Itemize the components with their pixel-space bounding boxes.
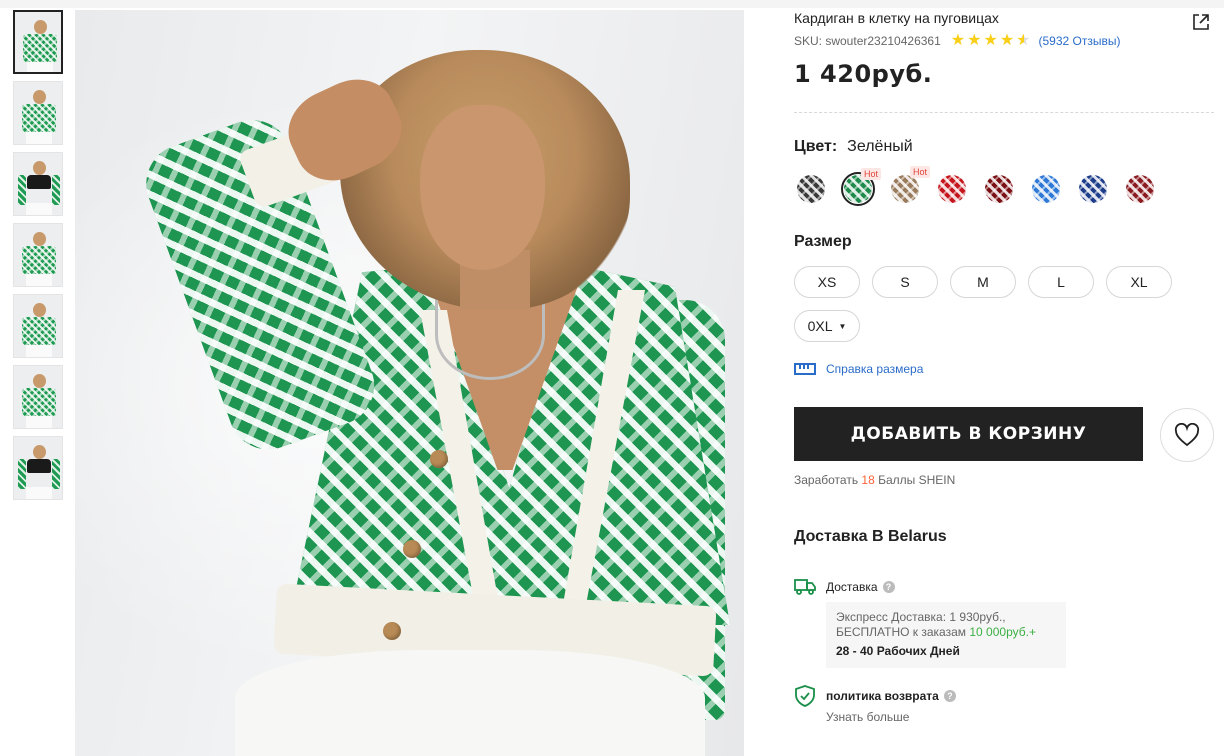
heart-icon: [1174, 423, 1200, 447]
color-swatch-1[interactable]: [794, 172, 828, 206]
shield-icon: [795, 685, 815, 707]
swatch-pattern: [891, 175, 919, 203]
color-value: Зелёный: [847, 138, 913, 155]
learn-more-link[interactable]: Узнать больше: [826, 710, 909, 724]
product-title: Кардиган в клетку на пуговицах: [794, 10, 999, 26]
ruler-icon: [794, 363, 816, 375]
size-option-l[interactable]: L: [1028, 266, 1094, 298]
shipping-label: Доставка: [826, 580, 878, 594]
size-guide-link[interactable]: Справка размера: [794, 362, 923, 376]
color-swatches: Hot Hot: [794, 166, 1157, 206]
shipping-line-1: Экспресс Доставка: 1 930руб.,: [836, 610, 1006, 624]
size-dropdown-value: 0XL: [807, 318, 833, 334]
color-swatch-5[interactable]: [982, 172, 1016, 206]
sku-text: SKU: swouter23210426361: [794, 34, 941, 48]
color-swatch-6[interactable]: [1029, 172, 1063, 206]
free-shipping-threshold: 10 000руб.+: [969, 625, 1036, 639]
color-swatch-7[interactable]: [1076, 172, 1110, 206]
question-icon[interactable]: ?: [882, 581, 895, 593]
points-prefix: Заработать: [794, 473, 859, 487]
reviews-link[interactable]: (5932 Отзывы): [1039, 34, 1121, 48]
points-suffix: Баллы SHEIN: [878, 473, 956, 487]
truck-icon: [794, 579, 816, 595]
product-main-image[interactable]: [75, 10, 744, 756]
half-star-icon: ★: [1016, 32, 1031, 49]
thumbnail-7[interactable]: [13, 436, 63, 500]
size-options: XS S M L XL 0XL ▼: [794, 266, 1194, 342]
star-icon: ★: [999, 32, 1015, 49]
color-swatch-8[interactable]: [1123, 172, 1157, 206]
star-icon: ★: [983, 32, 998, 49]
swatch-pattern: [985, 175, 1013, 203]
return-policy-label: политика возврата: [826, 689, 939, 703]
wishlist-button[interactable]: [1160, 408, 1214, 462]
thumbnail-list: [13, 10, 65, 507]
size-option-s[interactable]: S: [872, 266, 938, 298]
thumbnail-2[interactable]: [13, 81, 63, 145]
thumbnail-4[interactable]: [13, 223, 63, 287]
swatch-pattern: [1079, 175, 1107, 203]
rating-stars: ★ ★ ★ ★ ★: [950, 32, 1031, 49]
swatch-pattern: [1032, 175, 1060, 203]
color-swatch-3[interactable]: Hot: [888, 166, 930, 206]
thumbnail-5[interactable]: [13, 294, 63, 358]
divider: [794, 112, 1214, 113]
sku-rating-row: SKU: swouter23210426361 ★ ★ ★ ★ ★ (5932 …: [794, 32, 1121, 49]
size-option-xl[interactable]: XL: [1106, 266, 1172, 298]
swatch-pattern: [938, 175, 966, 203]
delivery-title: Доставка В Belarus: [794, 528, 947, 545]
add-to-cart-button[interactable]: ДОБАВИТЬ В КОРЗИНУ: [794, 407, 1143, 461]
size-option-m[interactable]: M: [950, 266, 1016, 298]
thumbnail-6[interactable]: [13, 365, 63, 429]
star-icon: ★: [967, 32, 982, 49]
shipping-line-2: БЕСПЛАТНО к заказам 10 000руб.+: [836, 625, 1056, 640]
points-value: 18: [861, 473, 875, 487]
star-icon: ★: [950, 32, 966, 49]
size-dropdown[interactable]: 0XL ▼: [794, 310, 860, 342]
question-icon[interactable]: ?: [943, 690, 956, 702]
color-label-text: Цвет:: [794, 138, 838, 155]
caret-down-icon: ▼: [838, 321, 847, 331]
shipping-row: Доставка ?: [794, 578, 895, 596]
swatch-pattern: [1126, 175, 1154, 203]
hot-badge: Hot: [860, 168, 881, 180]
color-label: Цвет: Зелёный: [794, 138, 913, 156]
delivery-days: 28 - 40 Рабочих Дней: [836, 644, 960, 658]
product-price: 1 420руб.: [794, 60, 933, 88]
size-guide-label: Справка размера: [826, 362, 924, 376]
thumbnail-1[interactable]: [13, 10, 63, 74]
hot-badge: Hot: [909, 166, 930, 178]
top-strip: [0, 0, 1224, 8]
free-shipping-text: БЕСПЛАТНО к заказам: [836, 625, 967, 639]
share-icon[interactable]: [1192, 13, 1210, 31]
shipping-info-box: Экспресс Доставка: 1 930руб., БЕСПЛАТНО …: [826, 602, 1066, 668]
size-option-xs[interactable]: XS: [794, 266, 860, 298]
color-swatch-2[interactable]: Hot: [841, 168, 881, 206]
thumbnail-3[interactable]: [13, 152, 63, 216]
points-text: Заработать 18 Баллы SHEIN: [794, 473, 955, 487]
swatch-pattern: [797, 175, 825, 203]
return-policy-row[interactable]: политика возврата ?: [794, 685, 956, 707]
size-label: Размер: [794, 233, 852, 250]
color-swatch-4[interactable]: [935, 172, 969, 206]
